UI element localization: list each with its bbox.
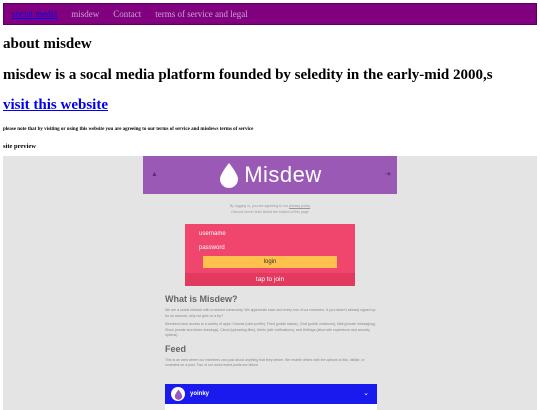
preview-what-p2: Members have access to a variety of apps… — [165, 322, 377, 337]
legal-line2: Discord server links linked the bottom o… — [231, 210, 309, 214]
page: social media misdew Contact terms of ser… — [0, 0, 540, 410]
preview-login-button: login — [203, 256, 337, 268]
preview-post-username: yoinky — [190, 391, 210, 397]
site-preview-image: ▲ Misdew ➜ By logging in, you are agreei… — [3, 156, 537, 410]
avatar — [171, 387, 185, 401]
nav-link-contact[interactable]: Contact — [113, 9, 141, 19]
privacy-policy-link: privacy policy — [289, 204, 311, 208]
preview-what-p1: We are a social network with a relaxed c… — [165, 308, 376, 318]
site-preview-label: site preview — [3, 143, 36, 150]
preview-tap-to-join: tap to join — [185, 273, 355, 286]
terms-note: please note that by visiting or using th… — [3, 127, 254, 132]
logout-icon: ➜ — [385, 170, 391, 178]
page-heading: about misdew — [3, 36, 92, 52]
nav-link-terms[interactable]: terms of service and legal — [155, 9, 247, 19]
preview-post-header: yoinky ⌄ — [165, 384, 377, 404]
legal-line1: By logging in, you are agreeing to our — [229, 204, 289, 208]
preview-feed-heading: Feed — [165, 343, 187, 354]
preview-password-field: password — [199, 245, 225, 251]
preview-login-box: username password login tap to join — [185, 224, 355, 286]
preview-header: ▲ Misdew ➜ — [143, 156, 397, 194]
preview-logo-text: Misdew — [244, 162, 322, 187]
preview-feed-p: This is an area where our members can po… — [165, 357, 365, 368]
droplet-logo-icon — [220, 163, 239, 188]
visit-heading: visit this website — [3, 96, 537, 114]
preview-what-heading: What is Misdew? — [165, 294, 238, 304]
description-heading: misdew is a socal media platform founded… — [3, 67, 493, 83]
preview-legal-text: By logging in, you are agreeing to our p… — [143, 203, 397, 215]
visit-website-link[interactable]: visit this website — [3, 97, 108, 113]
nav-link-social-media[interactable]: social media — [12, 9, 57, 19]
top-nav: social media misdew Contact terms of ser… — [3, 3, 537, 25]
droplet-avatar-icon — [174, 389, 182, 400]
preview-username-field: username — [199, 231, 226, 237]
nav-link-misdew[interactable]: misdew — [71, 9, 99, 19]
preview-content: What is Misdew? We are a social network … — [165, 294, 377, 369]
bell-icon: ▲ — [151, 170, 158, 178]
chevron-down-icon: ⌄ — [363, 389, 369, 397]
